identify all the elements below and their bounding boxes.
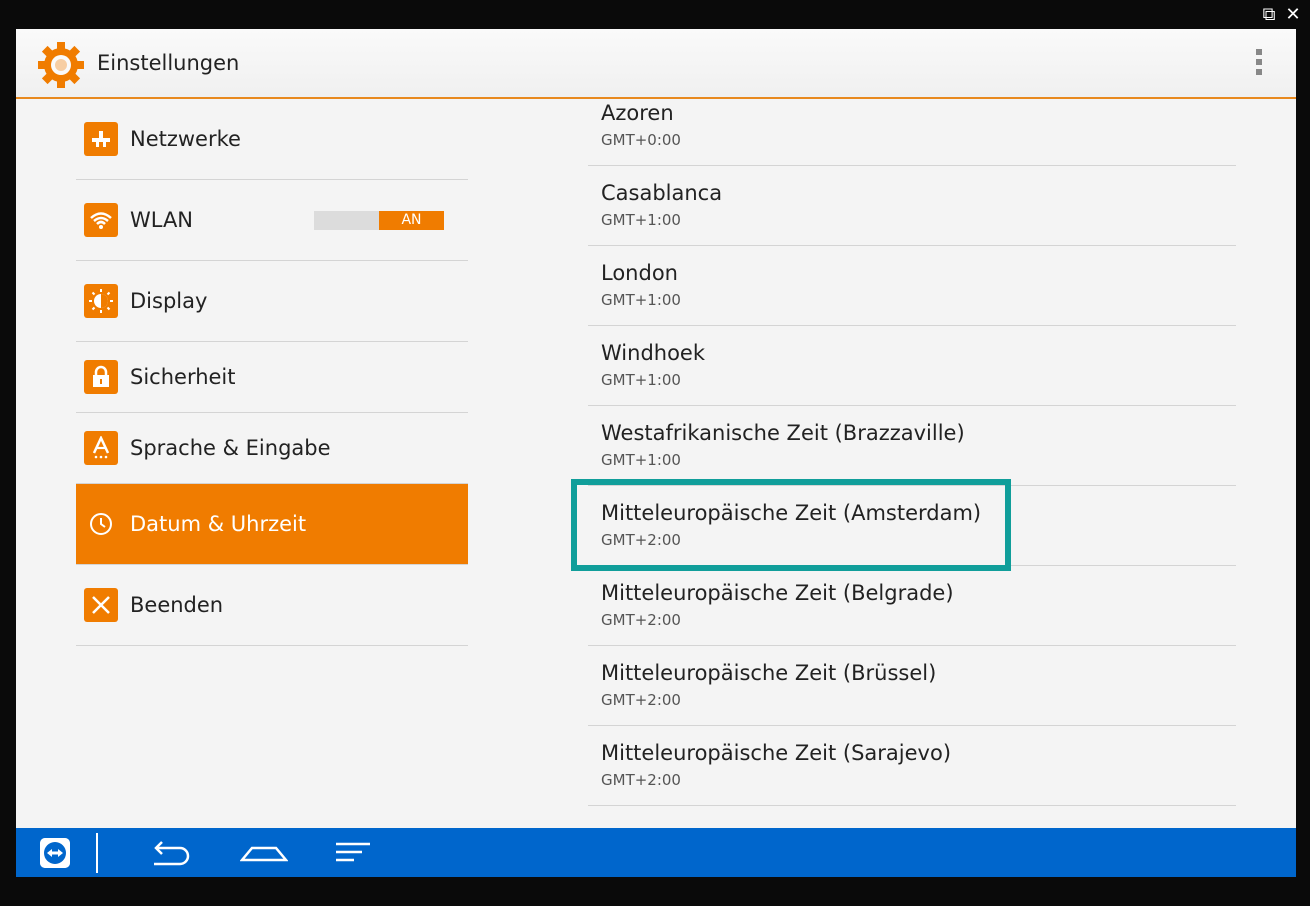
timezone-item[interactable]: Mitteleuropäische Zeit (Belgrade) GMT+2:… <box>588 566 1236 646</box>
toggle-on-label: AN <box>379 211 444 230</box>
timezone-offset: GMT+2:00 <box>601 611 681 629</box>
timezone-item[interactable]: Mitteleuropäische Zeit (Sarajevo) GMT+2:… <box>588 726 1236 806</box>
timezone-item[interactable]: Mitteleuropäische Zeit (Brüssel) GMT+2:0… <box>588 646 1236 726</box>
action-bar: Einstellungen <box>16 29 1296 99</box>
lock-icon <box>84 360 118 394</box>
android-screen: Einstellungen Netzwerke WLAN AN Display … <box>16 29 1296 877</box>
sidebar-item-sprache[interactable]: Sprache & Eingabe <box>76 413 468 484</box>
sidebar-item-beenden[interactable]: Beenden <box>76 565 468 646</box>
timezone-offset: GMT+1:00 <box>601 211 681 229</box>
sidebar-item-wlan[interactable]: WLAN AN <box>76 180 468 261</box>
app-title: Einstellungen <box>97 51 240 75</box>
timezone-offset: GMT+0:00 <box>601 131 681 149</box>
language-icon <box>84 431 118 465</box>
sidebar-item-label: WLAN <box>130 208 194 232</box>
close-icon <box>84 588 118 622</box>
recents-icon[interactable] <box>334 836 372 870</box>
nav-separator <box>96 833 98 873</box>
timezone-offset: GMT+1:00 <box>601 451 681 469</box>
wifi-icon <box>84 203 118 237</box>
teamviewer-icon[interactable] <box>40 838 70 868</box>
clock-icon <box>84 507 118 541</box>
settings-gear-icon[interactable] <box>36 40 86 90</box>
timezone-name: Westafrikanische Zeit (Brazzaville) <box>601 421 965 445</box>
wlan-toggle[interactable]: AN <box>314 211 444 230</box>
back-icon[interactable] <box>146 836 192 870</box>
sidebar-item-label: Netzwerke <box>130 127 241 151</box>
timezone-offset: GMT+2:00 <box>601 771 681 789</box>
sidebar-item-label: Datum & Uhrzeit <box>130 512 307 536</box>
sidebar-item-display[interactable]: Display <box>76 261 468 342</box>
timezone-name: Mitteleuropäische Zeit (Belgrade) <box>601 581 954 605</box>
device-frame: ⧉ ✕ Einstellungen Netzwerke WLAN AN Disp… <box>0 0 1310 906</box>
home-icon[interactable] <box>240 836 288 870</box>
timezone-name: Casablanca <box>601 181 723 205</box>
timezone-list: Azoren GMT+0:00 Casablanca GMT+1:00 Lond… <box>588 99 1236 806</box>
network-icon <box>84 122 118 156</box>
timezone-item[interactable]: Windhoek GMT+1:00 <box>588 326 1236 406</box>
timezone-name: Azoren <box>601 101 674 125</box>
timezone-offset: GMT+2:00 <box>601 691 681 709</box>
window-controls: ⧉ ✕ <box>1260 6 1302 24</box>
timezone-item[interactable]: London GMT+1:00 <box>588 246 1236 326</box>
timezone-offset: GMT+1:00 <box>601 291 681 309</box>
popout-icon[interactable]: ⧉ <box>1260 6 1278 24</box>
sidebar-item-datum-uhrzeit[interactable]: Datum & Uhrzeit <box>76 484 468 565</box>
sidebar-item-label: Display <box>130 289 208 313</box>
sidebar-item-label: Beenden <box>130 593 224 617</box>
selection-highlight-box <box>571 479 1011 571</box>
android-nav-bar <box>16 828 1296 877</box>
timezone-item[interactable]: Casablanca GMT+1:00 <box>588 166 1236 246</box>
timezone-name: London <box>601 261 678 285</box>
timezone-name: Windhoek <box>601 341 706 365</box>
sidebar-item-netzwerke[interactable]: Netzwerke <box>76 99 468 180</box>
timezone-offset: GMT+1:00 <box>601 371 681 389</box>
overflow-menu-icon[interactable] <box>1256 49 1262 75</box>
timezone-name: Mitteleuropäische Zeit (Brüssel) <box>601 661 937 685</box>
close-window-icon[interactable]: ✕ <box>1284 6 1302 24</box>
sidebar-item-label: Sicherheit <box>130 365 236 389</box>
timezone-item[interactable]: Azoren GMT+0:00 <box>588 99 1236 166</box>
sidebar-item-label: Sprache & Eingabe <box>130 436 331 460</box>
timezone-item[interactable]: Westafrikanische Zeit (Brazzaville) GMT+… <box>588 406 1236 486</box>
sidebar-item-sicherheit[interactable]: Sicherheit <box>76 342 468 413</box>
brightness-icon <box>84 284 118 318</box>
settings-sidebar: Netzwerke WLAN AN Display Sicherheit Spr… <box>76 99 468 646</box>
timezone-name: Mitteleuropäische Zeit (Sarajevo) <box>601 741 952 765</box>
